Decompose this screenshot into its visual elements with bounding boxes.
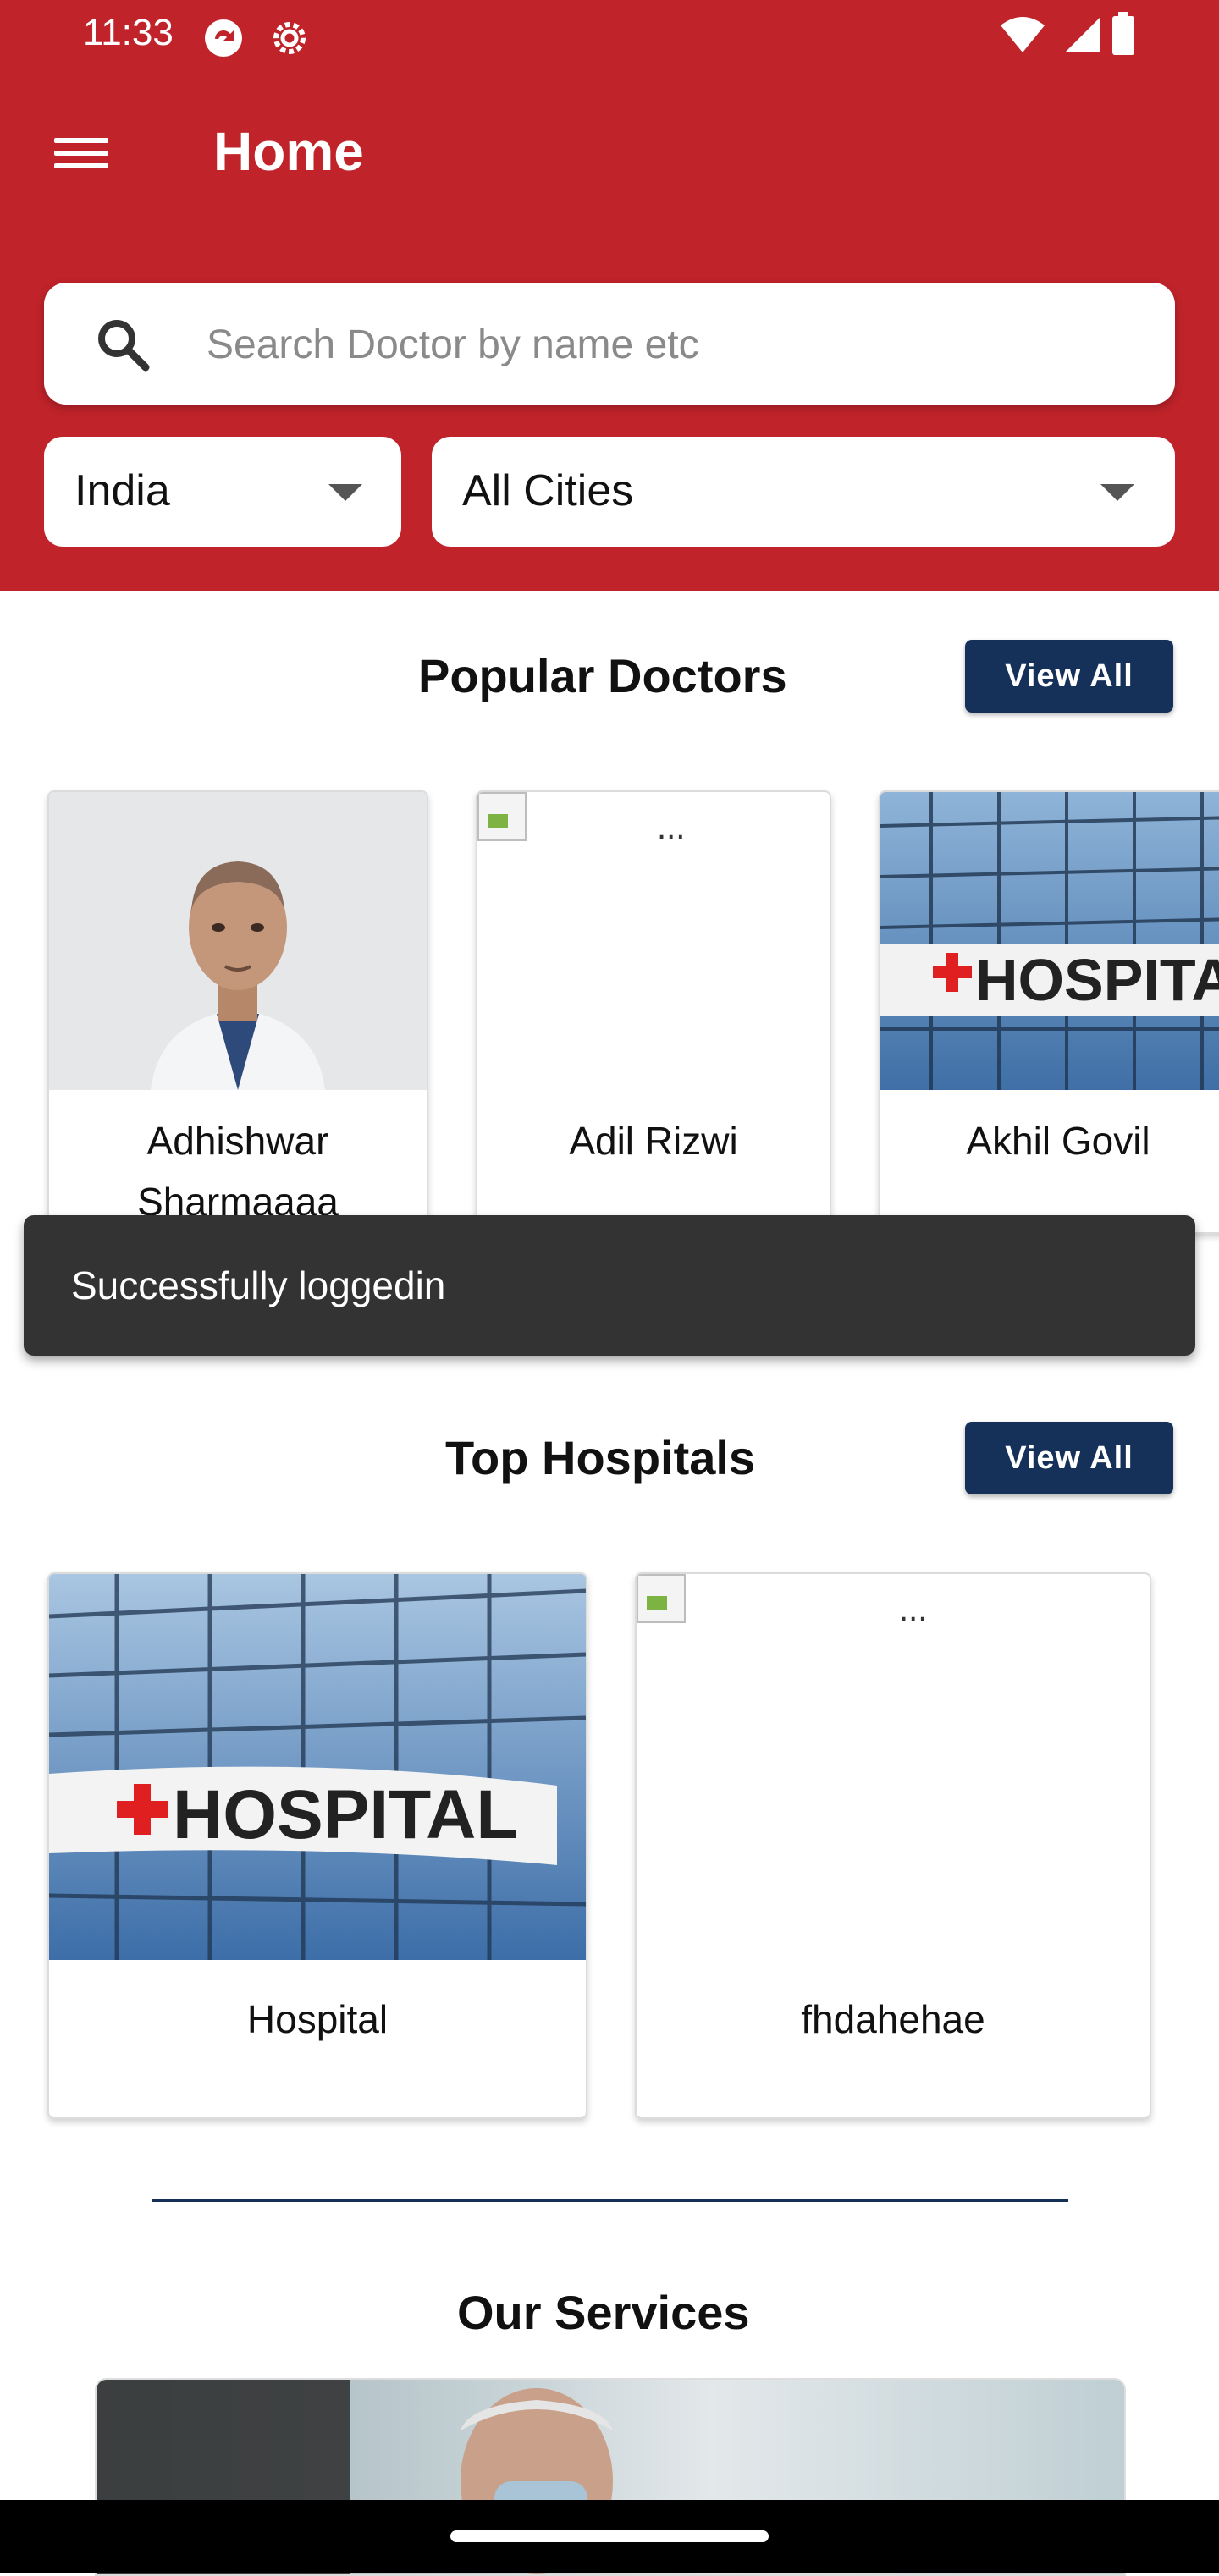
search-icon [95,316,154,377]
search-bar[interactable] [44,283,1175,405]
city-selected-value: All Cities [462,466,634,515]
doctor-photo [49,792,427,1090]
hospital-card[interactable]: HOSPITAL Hospital [47,1572,587,2119]
chevron-down-icon [1100,484,1134,501]
search-input[interactable] [205,303,1139,386]
doctors-view-all-button[interactable]: View All [965,640,1173,713]
hospital-name: Hospital [246,1997,389,2041]
top-hospitals-title: Top Hospitals [445,1431,756,1484]
section-divider [152,2199,1068,2202]
sync-icon [200,17,249,63]
city-dropdown[interactable]: All Cities [432,437,1175,547]
hospital-building-image: HOSPITAL [49,1574,586,1960]
doctor-name: Adil Rizwi [569,1119,738,1163]
doctor-name: Akhil Govil [966,1119,1150,1163]
country-selected-value: India [74,466,170,515]
hospital-card[interactable]: ... fhdahehae [635,1572,1151,2119]
cell-signal-icon [1063,15,1102,58]
popular-doctors-title: Popular Doctors [418,649,787,702]
doctor-card[interactable]: HOSPITAL Akhil Govil [879,790,1219,1234]
hospital-name: fhdahehae [801,1997,985,2041]
wifi-icon [999,15,1046,58]
status-time: 11:33 [83,12,174,53]
system-navigation-bar [0,2500,1219,2573]
home-gesture-handle[interactable] [450,2530,769,2542]
snackbar-toast: Successfully loggedin [24,1215,1195,1356]
doctor-card[interactable]: Adhishwar Sharmaaaa [47,790,428,1234]
page-title: Home [213,121,364,182]
svg-text:HOSPITAL: HOSPITAL [173,1776,518,1853]
battery-icon [1111,12,1136,60]
hospital-building-image: HOSPITAL [880,792,1219,1090]
svg-text:HOSPITAL: HOSPITAL [975,947,1219,1013]
our-services-title: Our Services [457,2286,750,2339]
hospitals-view-all-button[interactable]: View All [965,1422,1173,1494]
status-bar: 11:33 [0,0,1219,74]
doctor-card[interactable]: ... Adil Rizwi [476,790,831,1234]
doctor-name: Adhishwar Sharmaaaa [137,1119,339,1224]
country-dropdown[interactable]: India [44,437,401,547]
toast-message: Successfully loggedin [71,1263,446,1307]
settings-gear-icon [268,17,312,63]
hamburger-menu-icon[interactable] [54,130,108,174]
chevron-down-icon [328,484,362,501]
